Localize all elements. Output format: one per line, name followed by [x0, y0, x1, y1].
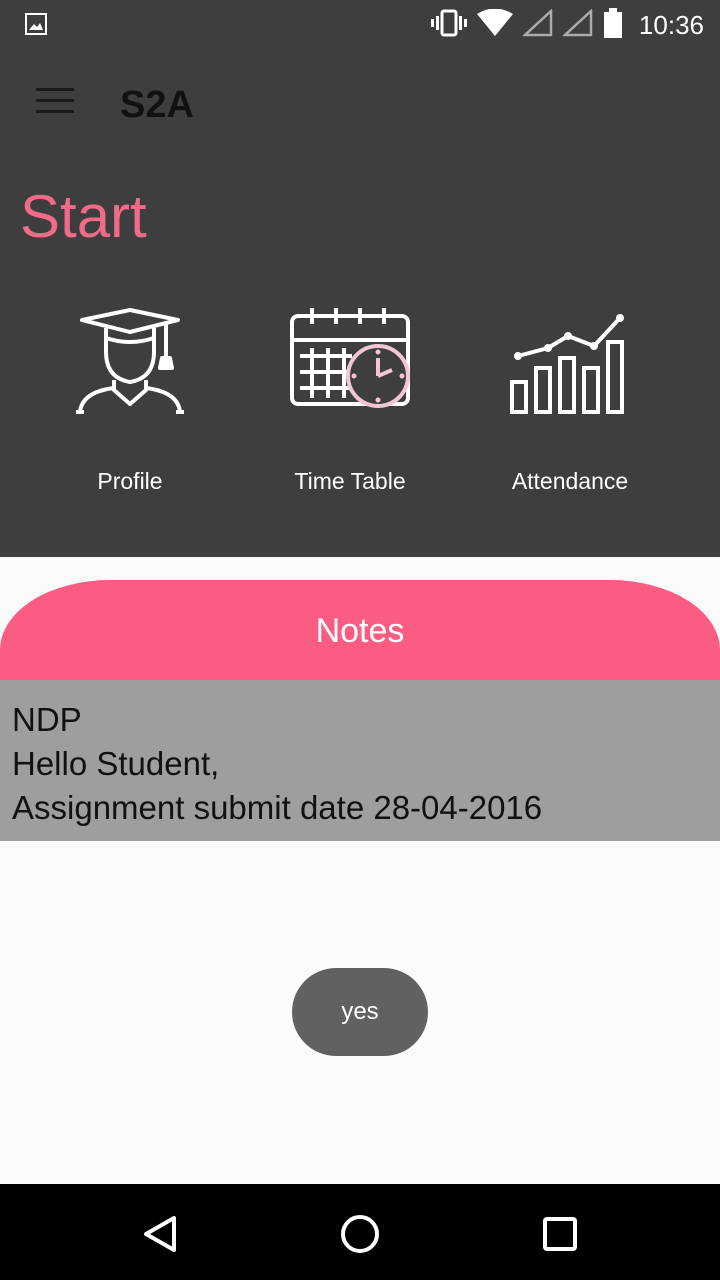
- attendance-label: Attendance: [511, 468, 629, 494]
- image-icon: [24, 12, 48, 41]
- signal-icon: [521, 8, 553, 42]
- navigation-bar: [0, 1184, 720, 1280]
- attendance-tile[interactable]: Attendance: [470, 306, 670, 506]
- profile-tile[interactable]: Profile: [30, 306, 230, 506]
- calendar-clock-icon: [250, 306, 450, 416]
- toast-message: yes: [292, 968, 428, 1056]
- graduate-icon: [30, 306, 230, 416]
- note-greeting: Hello Student,: [12, 745, 220, 782]
- wifi-icon: [476, 8, 513, 42]
- status-time: 10:36: [638, 10, 704, 40]
- app-bar: S2A: [0, 48, 720, 160]
- status-bar: 10:36: [0, 0, 720, 48]
- battery-icon: [603, 8, 623, 43]
- note-sender: NDP: [12, 701, 82, 738]
- note-item[interactable]: NDP Hello Student, Assignment submit dat…: [0, 680, 720, 841]
- note-message: Assignment submit date 28-04-2016: [12, 789, 543, 826]
- recents-icon[interactable]: [538, 1212, 582, 1256]
- menu-icon[interactable]: [36, 88, 76, 120]
- start-title: Start: [20, 183, 147, 250]
- timetable-tile[interactable]: Time Table: [250, 306, 450, 506]
- start-panel: Start Profile Time Table Attendance: [0, 160, 720, 557]
- signal-icon: [561, 8, 593, 42]
- back-icon[interactable]: [138, 1212, 182, 1256]
- bar-chart-icon: [470, 306, 670, 416]
- vibrate-icon: [430, 9, 467, 42]
- app-title: S2A: [120, 84, 194, 126]
- timetable-label: Time Table: [294, 468, 406, 494]
- notes-header: Notes: [0, 580, 720, 680]
- profile-label: Profile: [97, 468, 163, 494]
- home-icon[interactable]: [338, 1212, 382, 1256]
